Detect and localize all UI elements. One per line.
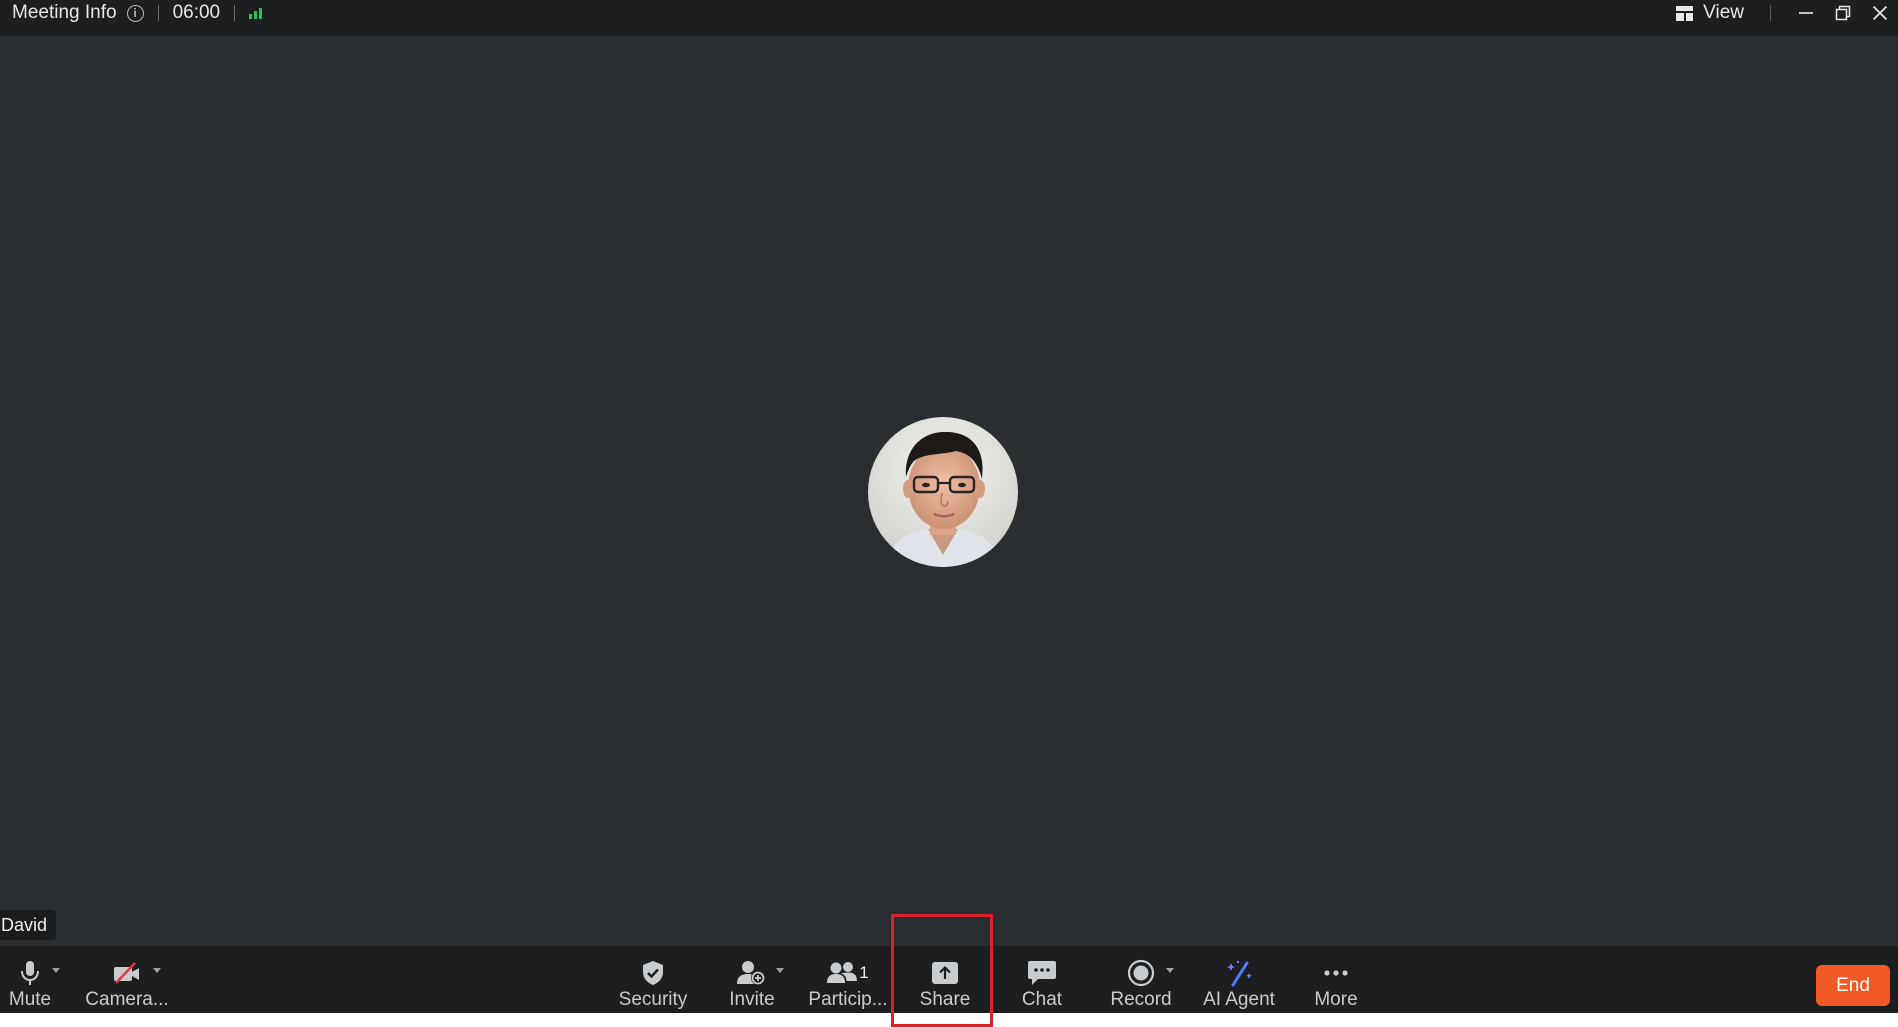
chat-icon-wrap xyxy=(1028,956,1056,990)
more-dots-icon xyxy=(1324,970,1348,976)
chevron-down-icon xyxy=(776,968,784,973)
record-options-caret[interactable] xyxy=(1166,968,1174,973)
invite-label: Invite xyxy=(729,989,775,1010)
restore-icon xyxy=(1835,5,1850,21)
divider xyxy=(1770,5,1771,21)
chevron-down-icon xyxy=(52,968,60,973)
meeting-status: Meeting Info i 06:00 xyxy=(12,0,263,26)
chevron-down-icon xyxy=(1166,968,1174,973)
more-icon-wrap xyxy=(1323,956,1349,990)
security-button[interactable]: Security xyxy=(612,946,694,1013)
participant-name-tag: David xyxy=(0,910,57,940)
security-icon-wrap xyxy=(641,956,665,990)
end-meeting-button[interactable]: End xyxy=(1816,965,1890,1006)
participants-button[interactable]: 1 Particip... xyxy=(804,946,892,1013)
mute-button[interactable]: Mute xyxy=(6,946,54,1013)
info-icon[interactable]: i xyxy=(126,4,144,22)
close-window-button[interactable] xyxy=(1861,0,1898,26)
divider xyxy=(234,5,236,21)
participants-icon-wrap: 1 xyxy=(827,956,869,990)
record-label: Record xyxy=(1110,989,1172,1010)
record-icon-wrap xyxy=(1127,956,1155,990)
share-label: Share xyxy=(919,989,971,1010)
grid-view-icon xyxy=(1676,5,1694,21)
camera-icon-wrap xyxy=(113,956,141,990)
chat-icon xyxy=(1028,961,1056,985)
meeting-info-label[interactable]: Meeting Info xyxy=(12,2,117,24)
view-button[interactable]: View xyxy=(1676,2,1744,24)
invite-options-caret[interactable] xyxy=(776,968,784,973)
participant-avatar xyxy=(868,417,1018,567)
participant-count: 1 xyxy=(859,963,869,982)
more-label: More xyxy=(1314,989,1358,1010)
magic-wand-icon xyxy=(1227,960,1252,987)
share-icon-wrap xyxy=(932,956,958,990)
camera-button[interactable]: Camera... xyxy=(85,946,169,1013)
record-icon xyxy=(1127,959,1155,987)
participants-label: Particip... xyxy=(808,989,888,1010)
security-label: Security xyxy=(618,989,688,1010)
ai-agent-label: AI Agent xyxy=(1203,989,1275,1010)
meeting-window: Meeting Info i 06:00 View David Mute Cam… xyxy=(0,0,1898,1013)
share-button[interactable]: Share xyxy=(906,946,984,1013)
audio-options-caret[interactable] xyxy=(52,968,60,973)
title-bar: Meeting Info i 06:00 View xyxy=(0,0,1898,36)
restore-button[interactable] xyxy=(1824,0,1861,26)
ai-agent-icon-wrap xyxy=(1225,956,1253,990)
record-button[interactable]: Record xyxy=(1103,946,1179,1013)
mute-label: Mute xyxy=(8,989,52,1010)
chat-label: Chat xyxy=(1021,989,1063,1010)
close-icon xyxy=(1872,5,1887,21)
avatar-photo xyxy=(868,417,1018,567)
meeting-toolbar: Mute Camera... Security Invite 1 Partici… xyxy=(0,946,1898,1013)
meeting-timer: 06:00 xyxy=(172,2,221,23)
minimize-button[interactable] xyxy=(1787,0,1824,26)
video-options-caret[interactable] xyxy=(153,968,161,973)
divider xyxy=(157,5,159,21)
chat-button[interactable]: Chat xyxy=(1004,946,1080,1013)
camera-off-icon xyxy=(114,962,139,984)
invite-button[interactable]: Invite xyxy=(722,946,782,1013)
invite-icon-wrap xyxy=(737,956,767,990)
microphone-icon xyxy=(21,961,39,985)
mute-icon-wrap xyxy=(19,956,41,990)
window-controls: View xyxy=(1676,0,1898,26)
camera-label: Camera... xyxy=(85,989,169,1010)
view-label: View xyxy=(1703,2,1744,23)
connection-signal-icon[interactable] xyxy=(249,7,263,19)
shield-icon xyxy=(643,961,663,985)
share-screen-icon xyxy=(932,962,958,984)
participant-name: David xyxy=(1,914,48,935)
minimize-icon xyxy=(1798,12,1813,14)
ai-agent-button[interactable]: AI Agent xyxy=(1196,946,1282,1013)
more-button[interactable]: More xyxy=(1300,946,1372,1013)
add-user-icon xyxy=(737,961,765,985)
chevron-down-icon xyxy=(153,968,161,973)
participants-icon xyxy=(827,962,858,983)
